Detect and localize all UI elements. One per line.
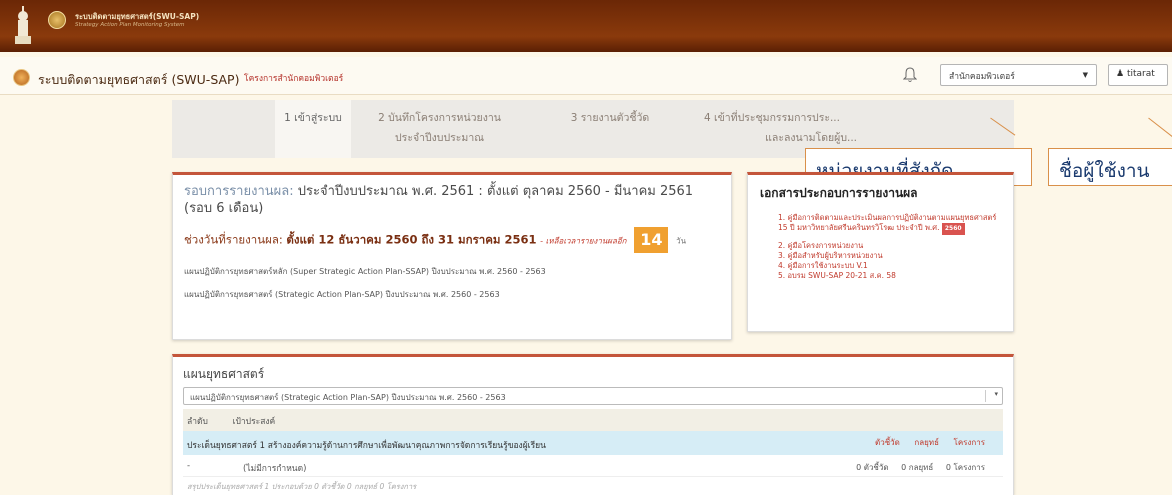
user-callout: ชื่อผู้ใช้งาน <box>1048 148 1172 186</box>
strategy-issue-row[interactable]: ประเด็นยุทธศาสตร์ 1 สร้างองค์ความรู้ด้าน… <box>183 431 1003 455</box>
user-menu-button[interactable]: ♟ titarat <box>1108 64 1168 86</box>
chess-king-logo-icon <box>15 6 31 44</box>
step-label: 1 เข้าสู่ระบบ <box>284 112 342 124</box>
count-projects: 0 โครงการ <box>945 463 985 472</box>
col-strategies: กลยุทธ์ <box>914 438 939 447</box>
table-header: ลำดับ เป้าประสงค์ <box>183 409 1003 431</box>
plan-sap: แผนปฏิบัติการยุทธศาสตร์ (Strategic Actio… <box>184 290 500 299</box>
reporting-round-panel: รอบการรายงานผล: ประจำปีงบประมาณ พ.ศ. 256… <box>172 172 732 340</box>
plan-ssap: แผนปฏิบัติการยุทธศาสตร์หลัก (Super Strat… <box>184 267 546 276</box>
unit-select-value: สำนักคอมพิวเตอร์ <box>949 72 1015 82</box>
col-projects: โครงการ <box>953 438 985 447</box>
step-label: 3 รายงานตัวชี้วัด <box>570 112 650 124</box>
callout-pointer-user <box>1148 117 1172 140</box>
nav-seal-icon <box>13 69 30 86</box>
report-period: ช่วงวันที่รายงานผล: ตั้งแต่ 12 ธันวาคม 2… <box>184 227 720 253</box>
step-label: 4 เข้าที่ประชุมกรรมการประ... <box>703 112 840 124</box>
user-name: titarat <box>1126 69 1155 79</box>
notification-bell-icon[interactable] <box>903 67 917 83</box>
top-banner: ระบบติดตามยุทธศาสตร์(SWU-SAP) Strategy A… <box>0 0 1172 52</box>
step-label: 2 บันทึกโครงการหน่วยงาน <box>378 112 501 124</box>
caret-down-icon: ▾ <box>985 390 998 402</box>
days-unit: วัน <box>676 236 687 246</box>
step-login[interactable]: 1 เข้าสู่ระบบ <box>275 100 351 158</box>
strategy-issue-text: ประเด็นยุทธศาสตร์ 1 สร้างองค์ความรู้ด้าน… <box>187 441 546 451</box>
user-icon: ♟ <box>1116 69 1125 79</box>
issue-columns: ตัวชี้วัด กลยุทธ์ โครงการ <box>863 436 985 449</box>
step-record-projects[interactable]: 2 บันทึกโครงการหน่วยงาน ประจำปีงบประมาณ <box>367 100 512 158</box>
days-remaining-badge: 14 <box>634 227 669 253</box>
caret-down-icon: ▼ <box>1082 71 1088 79</box>
unit-select[interactable]: สำนักคอมพิวเตอร์ ▼ <box>940 64 1097 86</box>
documents-list: 1. คู่มือการติดตามและประเมินผลการปฏิบัติ… <box>760 213 1001 281</box>
doc-link[interactable]: 1. คู่มือการติดตามและประเมินผลการปฏิบัติ… <box>778 213 1001 235</box>
step-report-indicators[interactable]: 3 รายงานตัวชี้วัด <box>555 100 665 158</box>
plan-select-value: แผนปฏิบัติการยุทธศาสตร์ (Strategic Actio… <box>190 393 506 402</box>
row-counts: 0 ตัวชี้วัด 0 กลยุทธ์ 0 โครงการ <box>846 461 985 474</box>
year-badge: 2560 <box>941 223 965 235</box>
remaining-text: - เหลือเวลารายงานผลอีก <box>540 236 627 246</box>
banner-subtitle: Strategy Action Plan Monitoring System <box>75 22 185 28</box>
doc-link[interactable]: 5. อบรม SWU-SAP 20-21 ส.ค. 58 <box>778 271 1001 281</box>
round-title: รอบการรายงานผล: ประจำปีงบประมาณ พ.ศ. 256… <box>184 183 720 217</box>
row-goal: (ไม่มีการกำหนด) <box>243 464 307 474</box>
col-order: ลำดับ <box>187 417 208 427</box>
round-label: รอบการรายงานผล: <box>184 184 294 199</box>
doc-link[interactable]: 4. คู่มือการใช้งานระบบ V.1 <box>778 261 1001 271</box>
university-seal-icon <box>48 11 66 29</box>
step-label-line2: ประจำปีงบประมาณ <box>395 132 484 144</box>
plan-select[interactable]: แผนปฏิบัติการยุทธศาสตร์ (Strategic Actio… <box>183 387 1003 405</box>
table-row[interactable]: - (ไม่มีการกำหนด) 0 ตัวชี้วัด 0 กลยุทธ์ … <box>183 455 1003 477</box>
period-dates: ตั้งแต่ 12 ธันวาคม 2560 ถึง 31 มกราคม 25… <box>286 232 537 247</box>
count-strategies: 0 กลยุทธ์ <box>901 463 934 472</box>
period-label: ช่วงวันที่รายงานผล: <box>184 232 283 247</box>
row-order: - <box>187 461 191 471</box>
unit-projects-link[interactable]: โครงการสำนักคอมพิวเตอร์ <box>244 71 343 85</box>
doc-link[interactable]: 2. คู่มือโครงการหน่วยงาน <box>778 241 1001 251</box>
strategy-panel: แผนยุทธศาสตร์ แผนปฏิบัติการยุทธศาสตร์ (S… <box>172 354 1014 495</box>
step-label-line2: และลงนามโดยผู้บ... <box>765 132 857 144</box>
app-title[interactable]: ระบบติดตามยุทธศาสตร์ (SWU-SAP) <box>38 70 239 90</box>
col-indicators: ตัวชี้วัด <box>875 438 900 447</box>
documents-title: เอกสารประกอบการรายงานผล <box>760 186 918 200</box>
count-indicators: 0 ตัวชี้วัด <box>856 463 889 472</box>
strategy-title: แผนยุทธศาสตร์ <box>183 367 265 381</box>
documents-panel: เอกสารประกอบการรายงานผล 1. คู่มือการติดต… <box>747 172 1014 332</box>
doc-link[interactable]: 3. คู่มือสำหรับผู้บริหารหน่วยงาน <box>778 251 1001 261</box>
issue-summary: สรุปประเด็นยุทธศาสตร์ 1 ประกอบด้วย 0 ตัว… <box>187 482 417 491</box>
col-goal: เป้าประสงค์ <box>232 417 276 427</box>
